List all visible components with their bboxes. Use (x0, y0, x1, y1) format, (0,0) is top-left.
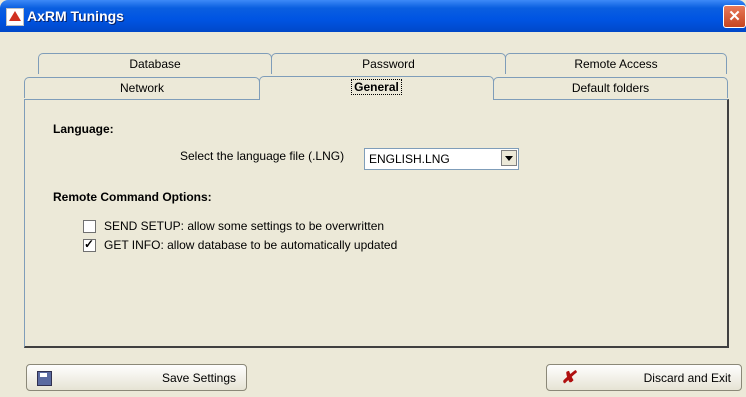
window-title: AxRM Tunings (27, 8, 124, 24)
app-icon (6, 8, 24, 26)
save-settings-button[interactable]: Save Settings (26, 364, 247, 391)
cross-icon: ✘ (561, 368, 576, 387)
discard-exit-label: Discard and Exit (643, 371, 731, 385)
tab-network-label: Network (119, 81, 164, 95)
tab-general[interactable]: General (259, 76, 494, 100)
tab-general-label: General (351, 79, 402, 95)
title-bar[interactable]: AxRM Tunings ✕ (0, 0, 746, 32)
language-select[interactable]: ENGLISH.LNG (364, 148, 519, 170)
tab-database-label: Database (129, 57, 181, 71)
tab-password-label: Password (362, 57, 415, 71)
get-info-label: GET INFO: allow database to be automatic… (104, 238, 398, 252)
general-panel: Language: Select the language file (.LNG… (24, 99, 729, 348)
get-info-checkbox[interactable] (83, 237, 96, 252)
language-heading: Language: (53, 122, 114, 136)
tab-default-folders[interactable]: Default folders (493, 77, 728, 98)
tab-database[interactable]: Database (38, 53, 272, 74)
tab-password[interactable]: Password (271, 53, 506, 74)
chevron-down-icon[interactable] (501, 150, 517, 166)
send-setup-checkbox[interactable] (83, 220, 96, 233)
save-settings-label: Save Settings (161, 371, 236, 385)
discard-exit-button[interactable]: ✘ Discard and Exit (546, 364, 742, 391)
close-button[interactable]: ✕ (723, 5, 746, 28)
language-label: Select the language file (.LNG) (180, 149, 345, 163)
tab-network[interactable]: Network (24, 77, 260, 98)
settings-window: AxRM Tunings ✕ Database Password Remote … (0, 0, 746, 397)
remote-options-heading: Remote Command Options: (53, 190, 212, 204)
floppy-disk-icon (37, 371, 52, 386)
language-select-value: ENGLISH.LNG (369, 152, 450, 166)
tab-remote-access-label: Remote Access (574, 57, 658, 71)
send-setup-label: SEND SETUP: allow some settings to be ov… (104, 219, 385, 233)
tab-remote-access[interactable]: Remote Access (505, 53, 727, 74)
tab-default-folders-label: Default folders (571, 81, 650, 95)
